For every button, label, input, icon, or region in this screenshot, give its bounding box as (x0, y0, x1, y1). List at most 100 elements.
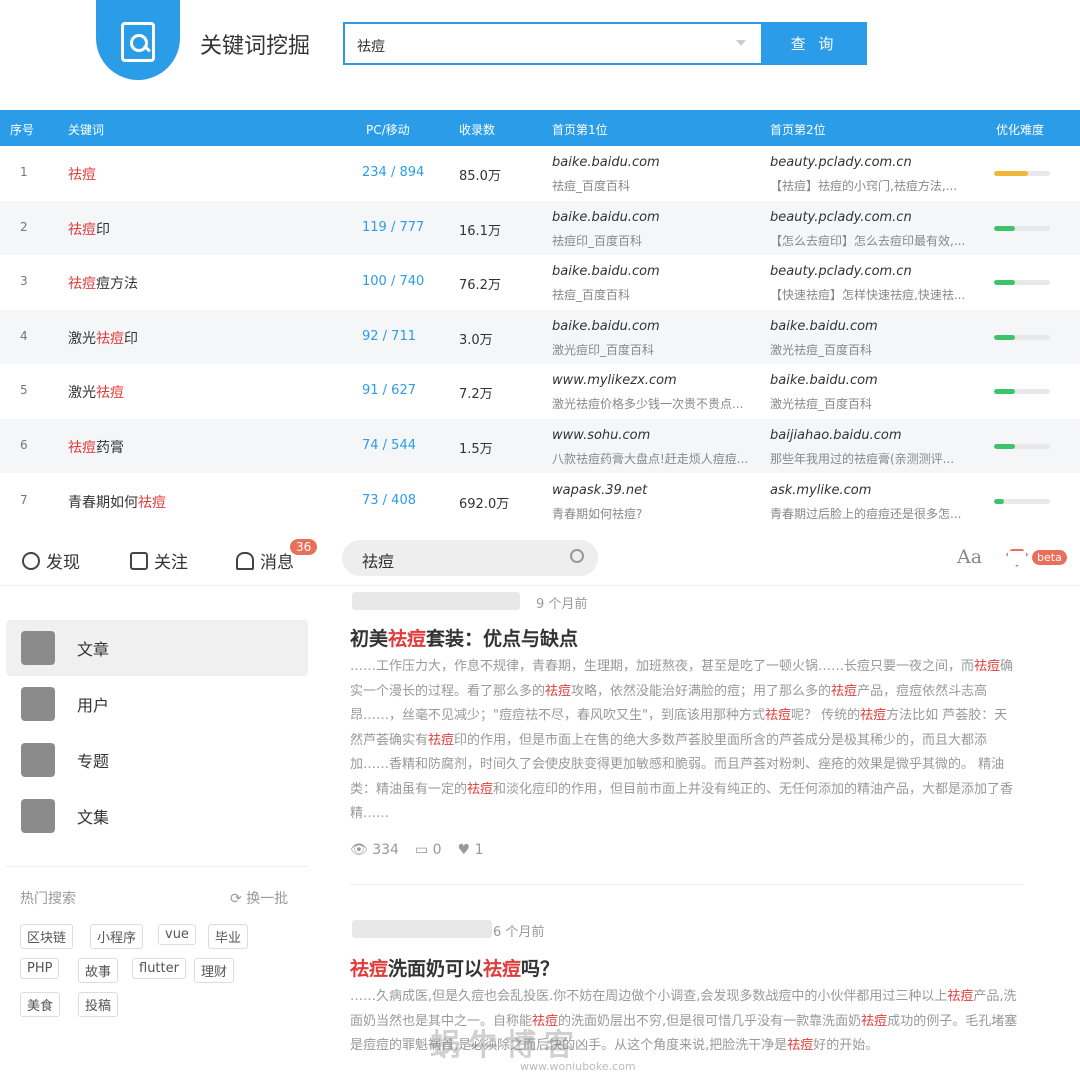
table-row[interactable]: 1 祛痘 234 / 894 85.0万 baike.baidu.com 祛痘_百度百科 b… (0, 146, 1080, 200)
article-icon (21, 631, 55, 665)
search-icon[interactable] (570, 549, 584, 563)
compass-icon (22, 551, 40, 570)
query-button[interactable]: 查 询 (761, 22, 867, 65)
sidebar-item-collections[interactable]: 文集 (6, 788, 308, 844)
refresh-hot-button[interactable]: ⟳ 换一批 (230, 888, 288, 908)
article-title-2[interactable]: 祛痘洗面奶可以祛痘吗？ (350, 954, 559, 981)
hot-tag[interactable]: 美食 (20, 992, 61, 1017)
table-row[interactable]: 3 祛痘痘方法 100 / 740 76.2万 baike.baidu.com 祛痘_百度… (0, 255, 1080, 309)
col-rank2: 首页第2位 (770, 123, 826, 137)
hot-tag[interactable]: PHP (20, 958, 60, 979)
difficulty-fill (994, 498, 1005, 504)
sidebar-item-topics[interactable]: 专题 (6, 732, 308, 788)
sidebar-item-users[interactable]: 用户 (6, 676, 308, 732)
row-rank2-title: 【祛痘】祛痘的小窍门,祛痘方法,... (770, 179, 958, 193)
row-rank1-site[interactable]: baike.baidu.com (552, 210, 660, 225)
hot-tag[interactable]: vue (158, 924, 196, 945)
row-keyword[interactable]: 祛痘药膏 (68, 437, 124, 457)
row-rank2-site[interactable]: baike.baidu.com (770, 373, 878, 388)
row-index: 7 (20, 492, 28, 507)
row-rank2-title: 那些年我用过的祛痘膏(亲测测评... (770, 452, 955, 466)
difficulty-bar (994, 444, 1050, 449)
nav-discover[interactable]: 发现 (22, 548, 80, 573)
row-rank2-site[interactable]: baike.baidu.com (770, 319, 878, 334)
table-row[interactable]: 6 祛痘药膏 74 / 544 1.5万 www.sohu.com 八款祛痘药膏大盘点!赶… (0, 419, 1080, 473)
row-rank2-site[interactable]: beauty.pclady.com.cn (770, 210, 912, 225)
sidebar-item-articles[interactable]: 文章 (6, 620, 308, 676)
beta-badge[interactable]: beta (1032, 550, 1067, 565)
row-rank1-title: 八款祛痘药膏大盘点!赶走烦人痘痘... (552, 452, 749, 466)
row-rank2-site[interactable]: beauty.pclady.com.cn (770, 264, 912, 279)
hot-tag[interactable]: 小程序 (90, 924, 144, 949)
row-pc-mobile: 74 / 544 (362, 438, 416, 453)
row-rank1-site[interactable]: baike.baidu.com (552, 319, 660, 334)
dropdown-caret-icon[interactable] (736, 40, 746, 46)
row-count: 16.1万 (459, 223, 501, 239)
sidebar-divider (6, 866, 308, 867)
row-rank2-site[interactable]: beauty.pclady.com.cn (770, 155, 912, 170)
nav-follow[interactable]: 关注 (130, 548, 188, 573)
row-rank1-site[interactable]: baike.baidu.com (552, 264, 660, 279)
row-index: 5 (20, 383, 28, 398)
row-rank1-site[interactable]: baike.baidu.com (552, 155, 660, 170)
table-row[interactable]: 2 祛痘印 119 / 777 16.1万 baike.baidu.com 祛痘印_百度百… (0, 200, 1080, 255)
row-keyword[interactable]: 祛痘印 (68, 219, 110, 239)
row-rank2-site[interactable]: ask.mylike.com (770, 483, 871, 498)
row-index: 3 (20, 274, 28, 289)
difficulty-fill (994, 444, 1016, 449)
keyword-search-input[interactable]: 祛痘 (343, 22, 761, 65)
hot-tag[interactable]: 区块链 (20, 924, 74, 949)
col-difficulty: 优化难度 (996, 123, 1045, 137)
search-document-icon (121, 22, 155, 62)
table-header: 序号 关键词 PC/移动 收录数 首页第1位 首页第2位 优化难度 (0, 110, 1080, 146)
row-rank1-title: 激光祛痘价格多少钱一次贵不贵点... (552, 397, 744, 412)
row-rank1-site[interactable]: www.sohu.com (552, 428, 650, 443)
article-time-2: 6 个月前 (493, 925, 545, 940)
difficulty-fill (994, 334, 1016, 340)
row-rank2-site[interactable]: baijiahao.baidu.com (770, 428, 902, 443)
author-name-blurred[interactable] (352, 592, 520, 610)
book-icon (130, 551, 148, 570)
row-count: 76.2万 (459, 278, 501, 294)
hot-search-title: 热门搜索 (20, 891, 76, 907)
message-count-badge: 36 (290, 539, 318, 555)
likes-count[interactable]: ♥ 1 (458, 842, 484, 858)
table-row[interactable]: 4 激光祛痘印 92 / 711 3.0万 baike.baidu.com 激光痘印_百度… (0, 309, 1080, 364)
row-rank1-site[interactable]: www.mylikezx.com (552, 373, 677, 388)
difficulty-fill (994, 280, 1016, 286)
hot-tag[interactable]: 故事 (78, 958, 119, 983)
row-rank2-title: 【快速祛痘】怎样快速祛痘,快速祛... (770, 288, 966, 303)
article-title[interactable]: 初美祛痘套装：优点与缺点 (350, 624, 578, 651)
hot-tag[interactable]: 投稿 (78, 992, 119, 1017)
table-row[interactable]: 7 青春期如何祛痘 73 / 408 692.0万 wapask.39.net 青春期如何… (0, 474, 1080, 528)
row-pc-mobile: 234 / 894 (362, 165, 425, 180)
row-pc-mobile: 73 / 408 (362, 492, 416, 508)
font-size-toggle[interactable]: Aa (957, 546, 982, 568)
hot-tag[interactable]: 理财 (194, 958, 235, 983)
row-keyword[interactable]: 祛痘 (68, 164, 96, 184)
row-keyword[interactable]: 祛痘痘方法 (68, 273, 138, 293)
row-rank1-title: 激光痘印_百度百科 (552, 342, 655, 357)
hot-tag[interactable]: 毕业 (208, 924, 249, 949)
row-pc-mobile: 119 / 777 (362, 219, 425, 235)
row-keyword[interactable]: 激光祛痘 (68, 382, 124, 402)
difficulty-bar (994, 498, 1050, 504)
row-rank1-site[interactable]: wapask.39.net (552, 483, 647, 498)
row-rank2-title: 青春期过后脸上的痘痘还是很多怎... (770, 506, 962, 521)
row-keyword[interactable]: 激光祛痘印 (68, 328, 138, 348)
author-name-blurred-2[interactable] (352, 920, 492, 938)
article-meta: 👁 334 ▭ 0 ♥ 1 (350, 842, 484, 858)
table-row[interactable]: 5 激光祛痘 91 / 627 7.2万 www.mylikezx.com 激光祛痘价格多… (0, 364, 1080, 418)
comments-count[interactable]: ▭ 0 (415, 842, 442, 858)
site-search-input[interactable]: 祛痘 (342, 540, 598, 576)
difficulty-bar (994, 171, 1050, 176)
row-rank2-title: 激光祛痘_百度百科 (770, 342, 873, 357)
difficulty-fill (994, 171, 1028, 176)
user-icon (21, 687, 55, 721)
difficulty-bar (994, 334, 1050, 340)
row-keyword[interactable]: 青春期如何祛痘 (68, 492, 166, 512)
article-divider (350, 884, 1024, 885)
hot-tag[interactable]: flutter (132, 958, 186, 979)
row-index: 2 (20, 219, 28, 234)
nav-messages[interactable]: 消息 (236, 548, 294, 573)
